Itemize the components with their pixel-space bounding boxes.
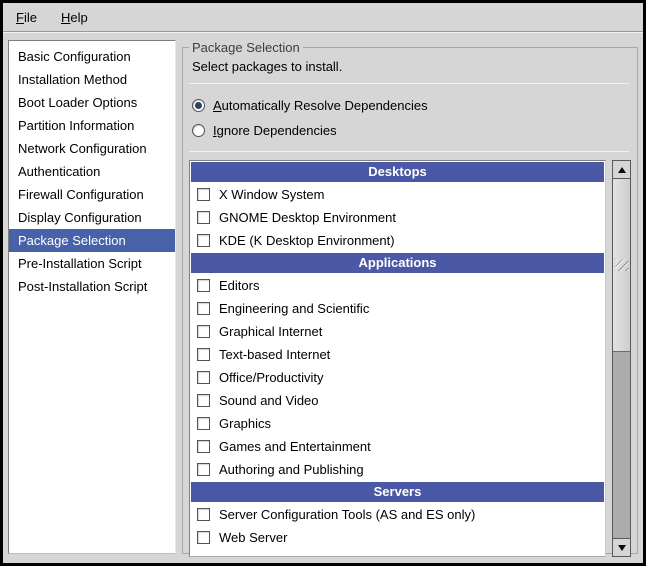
- package-row[interactable]: Games and Entertainment: [191, 435, 604, 458]
- radio-label: Ignore Dependencies: [213, 123, 337, 138]
- package-category-header: Desktops: [191, 162, 604, 182]
- package-row[interactable]: KDE (K Desktop Environment): [191, 229, 604, 252]
- menubar: File Help: [3, 3, 643, 32]
- kickstart-configurator-window: File Help Basic ConfigurationInstallation…: [0, 0, 646, 566]
- separator: [189, 83, 629, 84]
- package-row[interactable]: Office/Productivity: [191, 366, 604, 389]
- checkbox[interactable]: [197, 371, 210, 384]
- radio-icon: [192, 99, 205, 112]
- package-row[interactable]: Editors: [191, 274, 604, 297]
- scroll-up-button[interactable]: [613, 161, 630, 179]
- package-list: Desktops X Window System GNOME Desktop Env…: [189, 160, 606, 557]
- checkbox[interactable]: [197, 508, 210, 521]
- sidebar-item[interactable]: Firewall Configuration: [9, 183, 175, 206]
- radio-option[interactable]: Ignore Dependencies: [192, 118, 631, 143]
- scroll-down-button[interactable]: [613, 538, 630, 556]
- package-label: Editors: [219, 278, 259, 293]
- menu-file[interactable]: File: [7, 6, 46, 29]
- checkbox[interactable]: [197, 302, 210, 315]
- menu-help[interactable]: Help: [52, 6, 97, 29]
- package-row[interactable]: Graphical Internet: [191, 320, 604, 343]
- checkbox[interactable]: [197, 348, 210, 361]
- checkbox[interactable]: [197, 279, 210, 292]
- package-label: Graphical Internet: [219, 324, 322, 339]
- sidebar-item[interactable]: Display Configuration: [9, 206, 175, 229]
- package-label: GNOME Desktop Environment: [219, 210, 396, 225]
- package-row[interactable]: Server Configuration Tools (AS and ES on…: [191, 503, 604, 526]
- sidebar-item[interactable]: Authentication: [9, 160, 175, 183]
- package-label: Web Server: [219, 530, 287, 545]
- package-label: X Window System: [219, 187, 324, 202]
- instruction-text: Select packages to install.: [192, 59, 631, 74]
- up-arrow-icon: [618, 167, 626, 173]
- sidebar-item[interactable]: Post-Installation Script: [9, 275, 175, 298]
- package-label: Server Configuration Tools (AS and ES on…: [219, 507, 475, 522]
- package-label: Office/Productivity: [219, 370, 324, 385]
- package-list-area: Desktops X Window System GNOME Desktop Env…: [189, 160, 631, 557]
- checkbox[interactable]: [197, 188, 210, 201]
- down-arrow-icon: [618, 545, 626, 551]
- package-category-header: Applications: [191, 253, 604, 273]
- radio-label: Automatically Resolve Dependencies: [213, 98, 428, 113]
- package-selection-frame: Package Selection Select packages to ins…: [182, 40, 638, 554]
- package-label: Sound and Video: [219, 393, 319, 408]
- checkbox[interactable]: [197, 440, 210, 453]
- package-row[interactable]: Authoring and Publishing: [191, 458, 604, 481]
- frame-title: Package Selection: [189, 40, 303, 55]
- sidebar-item[interactable]: Installation Method: [9, 68, 175, 91]
- scrollbar-thumb[interactable]: [613, 179, 630, 352]
- sidebar-item[interactable]: Pre-Installation Script: [9, 252, 175, 275]
- category-list: Basic ConfigurationInstallation MethodBo…: [8, 40, 176, 554]
- radio-icon: [192, 124, 205, 137]
- package-category-header: Servers: [191, 482, 604, 502]
- package-row[interactable]: GNOME Desktop Environment: [191, 206, 604, 229]
- package-label: Graphics: [219, 416, 271, 431]
- checkbox[interactable]: [197, 531, 210, 544]
- sidebar-item[interactable]: Basic Configuration: [9, 45, 175, 68]
- checkbox[interactable]: [197, 211, 210, 224]
- checkbox[interactable]: [197, 463, 210, 476]
- scrollbar: [612, 160, 631, 557]
- radio-option[interactable]: Automatically Resolve Dependencies: [192, 93, 631, 118]
- sidebar-item[interactable]: Boot Loader Options: [9, 91, 175, 114]
- main-content: Basic ConfigurationInstallation MethodBo…: [3, 32, 643, 563]
- package-label: Games and Entertainment: [219, 439, 371, 454]
- sidebar-item[interactable]: Partition Information: [9, 114, 175, 137]
- separator: [189, 151, 629, 152]
- checkbox[interactable]: [197, 325, 210, 338]
- sidebar-item[interactable]: Network Configuration: [9, 137, 175, 160]
- package-row[interactable]: Engineering and Scientific: [191, 297, 604, 320]
- package-label: Text-based Internet: [219, 347, 330, 362]
- package-row[interactable]: Text-based Internet: [191, 343, 604, 366]
- package-row[interactable]: Graphics: [191, 412, 604, 435]
- package-row[interactable]: Web Server: [191, 526, 604, 549]
- scrollbar-track[interactable]: [613, 179, 630, 538]
- package-label: Engineering and Scientific: [219, 301, 369, 316]
- dependency-radio-group: Automatically Resolve Dependencies Ignore…: [192, 93, 631, 143]
- package-row[interactable]: Sound and Video: [191, 389, 604, 412]
- package-row[interactable]: X Window System: [191, 183, 604, 206]
- package-label: KDE (K Desktop Environment): [219, 233, 395, 248]
- checkbox[interactable]: [197, 234, 210, 247]
- sidebar-item[interactable]: Package Selection: [9, 229, 175, 252]
- package-label: Authoring and Publishing: [219, 462, 364, 477]
- checkbox[interactable]: [197, 417, 210, 430]
- checkbox[interactable]: [197, 394, 210, 407]
